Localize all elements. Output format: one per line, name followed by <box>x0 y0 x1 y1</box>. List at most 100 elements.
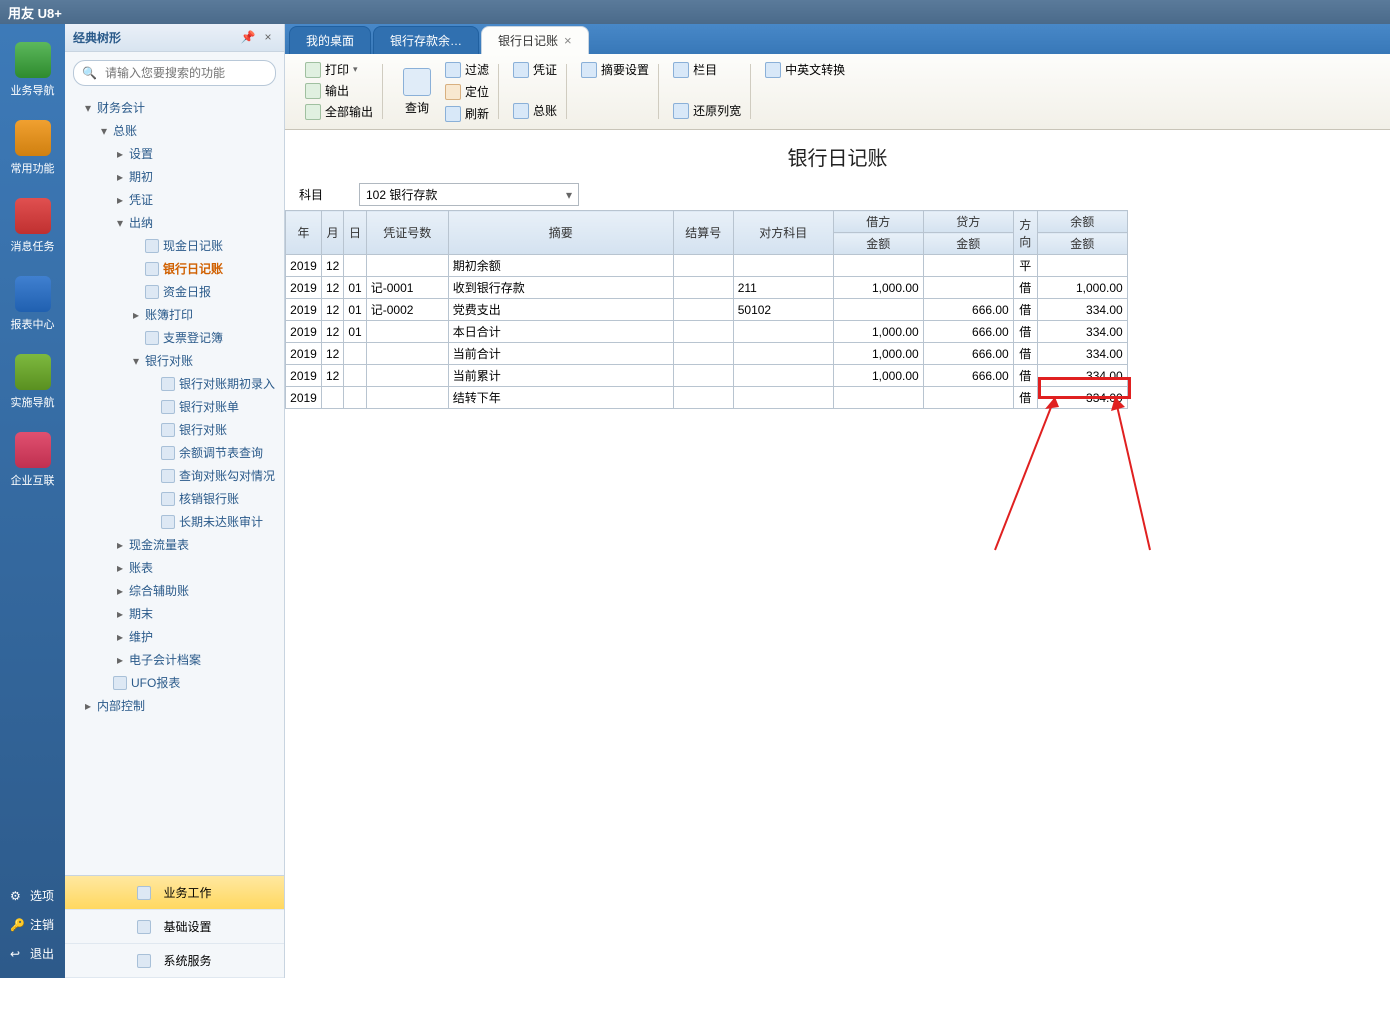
document-tab[interactable]: 我的桌面 <box>289 26 371 54</box>
toolbar: 打印▾ 输出 全部输出 查询 过滤 定位 刷新 凭证 x 总账 摘要设置 <box>285 54 1390 130</box>
tree-node[interactable]: ▸设置 <box>65 142 284 165</box>
tree-bottom-tab[interactable]: 系统服务 <box>65 944 284 978</box>
lang-button[interactable]: 中英文转换 <box>765 60 845 79</box>
tree-node[interactable]: 资金日报 <box>65 280 284 303</box>
document-tabs: 我的桌面银行存款余…银行日记账× <box>285 24 1390 54</box>
col-dir: 方向 <box>1013 211 1037 255</box>
tree-node[interactable]: ▸账表 <box>65 556 284 579</box>
tree-node[interactable]: ▾财务会计 <box>65 96 284 119</box>
tree-node[interactable]: 核销银行账 <box>65 487 284 510</box>
query-button[interactable]: 查询 <box>397 66 437 118</box>
col-credit: 贷方 <box>923 211 1013 233</box>
doc-icon <box>161 492 175 506</box>
tree-node[interactable]: ▸现金流量表 <box>65 533 284 556</box>
column-button[interactable]: 栏目 <box>673 60 741 79</box>
pin-icon[interactable]: 📌 <box>240 30 256 46</box>
table-row[interactable]: 2019 12 当前累计 1,000.00 666.00 借 334.00 <box>286 365 1128 387</box>
document-tab[interactable]: 银行日记账× <box>481 26 589 54</box>
tree-node[interactable]: ▸凭证 <box>65 188 284 211</box>
iconbar-bottom-item[interactable]: ↩退出 <box>0 939 65 968</box>
search-box[interactable]: 🔍 <box>73 60 276 86</box>
doc-icon <box>145 239 159 253</box>
filter-row: 科目 102 银行存款 ▾ <box>285 179 1390 210</box>
tree-header: 经典树形 📌 × <box>65 24 284 52</box>
export-button[interactable]: 输出 <box>305 81 373 100</box>
refresh-button[interactable]: 刷新 <box>445 104 489 123</box>
col-balance: 余额 <box>1037 211 1127 233</box>
page-title: 银行日记账 <box>285 130 1390 179</box>
restore-width-button[interactable]: 还原列宽 <box>673 101 741 120</box>
tree-node[interactable]: 现金日记账 <box>65 234 284 257</box>
document-tab[interactable]: 银行存款余… <box>373 26 479 54</box>
annotation-arrow-left <box>985 395 1065 555</box>
tree-node[interactable]: UFO报表 <box>65 671 284 694</box>
subject-combo[interactable]: 102 银行存款 ▾ <box>359 183 579 206</box>
tree-node[interactable]: ▸期初 <box>65 165 284 188</box>
tree-node[interactable]: 查询对账勾对情况 <box>65 464 284 487</box>
table-row[interactable]: 2019 结转下年 借 334.00 <box>286 387 1128 409</box>
tree-node[interactable]: 余额调节表查询 <box>65 441 284 464</box>
close-icon[interactable]: × <box>260 30 276 46</box>
table-row[interactable]: 2019 12 01 记-0002 党费支出 50102 666.00 借 33… <box>286 299 1128 321</box>
summary-set-button[interactable]: 摘要设置 <box>581 60 649 79</box>
locate-button[interactable]: 定位 <box>445 82 489 101</box>
tree-node[interactable]: 银行日记账 <box>65 257 284 280</box>
iconbar-bottom-item[interactable]: 🔑注销 <box>0 910 65 939</box>
search-input[interactable] <box>101 63 267 83</box>
table-row[interactable]: 2019 12 期初余额 平 <box>286 255 1128 277</box>
tree-node[interactable]: 银行对账期初录入 <box>65 372 284 395</box>
filter-button[interactable]: 过滤 <box>445 60 489 79</box>
left-iconbar: 业务导航常用功能消息任务报表中心实施导航企业互联 ⚙选项🔑注销↩退出 <box>0 24 65 978</box>
col-year: 年 <box>286 211 322 255</box>
table-row[interactable]: 2019 12 01 本日合计 1,000.00 666.00 借 334.00 <box>286 321 1128 343</box>
print-button[interactable]: 打印▾ <box>305 60 373 79</box>
iconbar-item[interactable]: 常用功能 <box>5 120 60 176</box>
tree-bottom-tab[interactable]: 业务工作 <box>65 876 284 910</box>
tab-icon <box>137 954 151 968</box>
tree-node[interactable]: ▾银行对账 <box>65 349 284 372</box>
content-area: 我的桌面银行存款余…银行日记账× 打印▾ 输出 全部输出 查询 过滤 定位 刷新… <box>285 24 1390 978</box>
col-debit-amt: 金额 <box>833 233 923 255</box>
iconbar-item[interactable]: 实施导航 <box>5 354 60 410</box>
col-summary: 摘要 <box>448 211 673 255</box>
doc-icon <box>161 446 175 460</box>
gl-button[interactable]: 总账 <box>513 101 557 120</box>
iconbar-item[interactable]: 报表中心 <box>5 276 60 332</box>
doc-icon <box>145 285 159 299</box>
iconbar-item[interactable]: 消息任务 <box>5 198 60 254</box>
iconbar-item[interactable]: 业务导航 <box>5 42 60 98</box>
table-row[interactable]: 2019 12 01 记-0001 收到银行存款 211 1,000.00 借 … <box>286 277 1128 299</box>
tab-icon <box>137 886 151 900</box>
subject-label: 科目 <box>299 186 349 203</box>
titlebar: 用友 U8+ <box>0 0 1390 24</box>
expand-icon: ▸ <box>117 607 129 621</box>
tree-title: 经典树形 <box>73 29 236 46</box>
iconbar-item[interactable]: 企业互联 <box>5 432 60 488</box>
col-credit-amt: 金额 <box>923 233 1013 255</box>
voucher-button[interactable]: 凭证 <box>513 60 557 79</box>
tree-node[interactable]: ▸内部控制 <box>65 694 284 717</box>
tree-node[interactable]: 长期未达账审计 <box>65 510 284 533</box>
tree-node[interactable]: ▸维护 <box>65 625 284 648</box>
tree-node[interactable]: 支票登记簿 <box>65 326 284 349</box>
expand-icon: ▸ <box>117 630 129 644</box>
tree-node[interactable]: ▸综合辅助账 <box>65 579 284 602</box>
tree-node[interactable]: ▸期末 <box>65 602 284 625</box>
tree-node[interactable]: ▾出纳 <box>65 211 284 234</box>
iconbar-bottom-item[interactable]: ⚙选项 <box>0 881 65 910</box>
doc-icon <box>145 262 159 276</box>
tree-node[interactable]: ▸账簿打印 <box>65 303 284 326</box>
tree-node[interactable]: 银行对账 <box>65 418 284 441</box>
table-row[interactable]: 2019 12 当前合计 1,000.00 666.00 借 334.00 <box>286 343 1128 365</box>
tab-close-icon[interactable]: × <box>564 33 572 48</box>
iconbar-icon <box>15 198 51 234</box>
tree-bottom-tab[interactable]: 基础设置 <box>65 910 284 944</box>
tree-node[interactable]: ▸电子会计档案 <box>65 648 284 671</box>
doc-icon <box>113 676 127 690</box>
chevron-down-icon: ▾ <box>566 188 572 202</box>
tree-panel: 经典树形 📌 × 🔍 ▾财务会计▾总账▸设置▸期初▸凭证▾出纳现金日记账银行日记… <box>65 24 285 978</box>
tree-node[interactable]: 银行对账单 <box>65 395 284 418</box>
tree-node[interactable]: ▾总账 <box>65 119 284 142</box>
export-all-button[interactable]: 全部输出 <box>305 102 373 121</box>
iconbar-icon <box>15 120 51 156</box>
